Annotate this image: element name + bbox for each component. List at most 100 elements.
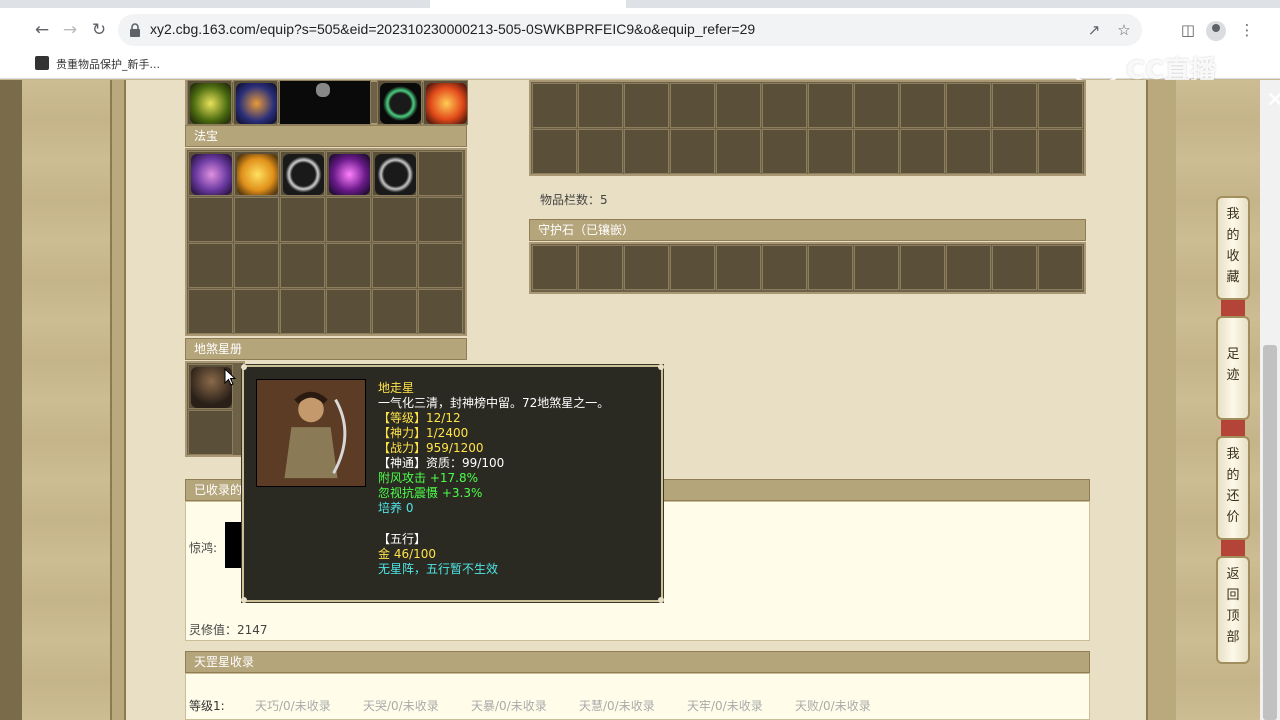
inv-slot[interactable]	[808, 83, 853, 128]
inv-slot[interactable]	[900, 129, 945, 174]
fabao-slot[interactable]	[234, 151, 279, 196]
fabao-slot[interactable]	[372, 243, 417, 288]
fabao-slot[interactable]	[280, 151, 325, 196]
inv-slot[interactable]	[992, 83, 1037, 128]
guard-slot[interactable]	[946, 245, 991, 290]
guard-slot[interactable]	[670, 245, 715, 290]
star-icon[interactable]: ☆	[1114, 20, 1134, 40]
back-to-top-label: 返回顶部	[1226, 567, 1240, 645]
guard-slot[interactable]	[762, 245, 807, 290]
tooltip-corner	[658, 364, 664, 370]
guard-slot[interactable]	[992, 245, 1037, 290]
fabao-slot[interactable]	[234, 197, 279, 242]
silver-ring-icon	[283, 154, 324, 195]
guard-slot[interactable]	[808, 245, 853, 290]
fabao-slot[interactable]	[418, 151, 463, 196]
tiangang-item: 天暴/0/未收录	[471, 699, 547, 713]
guard-slot[interactable]	[854, 245, 899, 290]
inv-slot[interactable]	[1038, 129, 1083, 174]
fabao-slot[interactable]	[326, 243, 371, 288]
inv-slot[interactable]	[670, 129, 715, 174]
tab[interactable]	[38, 0, 228, 8]
inv-slot[interactable]	[762, 129, 807, 174]
menu-icon[interactable]: ⋮	[1235, 18, 1259, 42]
fabao-slot[interactable]	[188, 151, 233, 196]
inv-slot[interactable]	[532, 129, 577, 174]
fabao-slot[interactable]	[326, 197, 371, 242]
equip-slot[interactable]	[233, 80, 278, 125]
fabao-slot[interactable]	[280, 243, 325, 288]
profile-avatar[interactable]	[1206, 21, 1226, 41]
silver-ring-icon	[375, 154, 416, 195]
back-icon[interactable]: ←	[30, 18, 54, 42]
close-icon[interactable]: ✕	[1266, 88, 1280, 113]
inv-slot[interactable]	[854, 129, 899, 174]
fabao-slot[interactable]	[326, 289, 371, 334]
warrior-portrait-icon	[256, 379, 366, 487]
fabao-header: 法宝	[185, 125, 467, 147]
fabao-slot[interactable]	[418, 289, 463, 334]
tab-active[interactable]	[430, 0, 626, 8]
address-bar[interactable]: xy2.cbg.163.com/equip?s=505&eid=20231023…	[118, 14, 1142, 46]
sidebar-icon[interactable]: ◫	[1176, 18, 1200, 42]
boot-icon	[236, 83, 277, 124]
my-offers-button[interactable]: 我的还价	[1216, 436, 1250, 540]
inv-slot[interactable]	[716, 129, 761, 174]
fabao-slot[interactable]	[188, 289, 233, 334]
level-label: 等级1:	[189, 699, 225, 713]
inv-slot[interactable]	[900, 83, 945, 128]
fabao-slot[interactable]	[280, 197, 325, 242]
inv-slot[interactable]	[1038, 83, 1083, 128]
fabao-slot[interactable]	[372, 289, 417, 334]
fabao-slot[interactable]	[280, 289, 325, 334]
inv-slot[interactable]	[624, 83, 669, 128]
share-icon[interactable]: ↗	[1084, 20, 1104, 40]
fabao-slot[interactable]	[372, 151, 417, 196]
history-button[interactable]: 足迹	[1216, 316, 1250, 420]
equip-slot[interactable]	[377, 80, 422, 125]
inv-slot[interactable]	[624, 129, 669, 174]
equip-slot[interactable]	[423, 80, 468, 125]
inv-slot[interactable]	[992, 129, 1037, 174]
inv-slot[interactable]	[808, 129, 853, 174]
fabao-slot[interactable]	[418, 243, 463, 288]
favorites-button[interactable]: 我的收藏	[1216, 196, 1250, 300]
inv-slot[interactable]	[716, 83, 761, 128]
disha-slot[interactable]	[188, 410, 233, 455]
inv-slot[interactable]	[762, 83, 807, 128]
inv-slot[interactable]	[670, 83, 715, 128]
scrollbar-thumb[interactable]	[1263, 345, 1277, 720]
fabao-slot[interactable]	[372, 197, 417, 242]
fabao-slot[interactable]	[418, 197, 463, 242]
guard-slot[interactable]	[578, 245, 623, 290]
bookmark-item[interactable]: 贵重物品保护_新手...	[56, 56, 160, 72]
tiangang-item: 天哭/0/未收录	[363, 699, 439, 713]
guard-slot[interactable]	[624, 245, 669, 290]
inv-slot[interactable]	[854, 83, 899, 128]
equip-slot-wide[interactable]	[279, 80, 371, 125]
favorites-label: 我的收藏	[1226, 207, 1240, 285]
fabao-slot[interactable]	[188, 197, 233, 242]
guard-slot[interactable]	[532, 245, 577, 290]
fabao-slot[interactable]	[234, 289, 279, 334]
ring-icon	[380, 83, 421, 124]
fabao-slot[interactable]	[326, 151, 371, 196]
reload-icon[interactable]: ↻	[87, 18, 111, 42]
forward-icon[interactable]: →	[58, 18, 82, 42]
back-to-top-button[interactable]: 返回顶部	[1216, 556, 1250, 664]
tab[interactable]	[828, 0, 1018, 8]
guard-slot[interactable]	[716, 245, 761, 290]
guard-slot[interactable]	[1038, 245, 1083, 290]
fabao-slot[interactable]	[188, 243, 233, 288]
inv-slot[interactable]	[946, 129, 991, 174]
inv-slot[interactable]	[946, 83, 991, 128]
equip-slot[interactable]	[187, 80, 232, 125]
bookmark-favicon-icon	[35, 56, 49, 70]
guard-slot[interactable]	[900, 245, 945, 290]
fabao-slot[interactable]	[234, 243, 279, 288]
inv-slot[interactable]	[578, 129, 623, 174]
inv-slot[interactable]	[532, 83, 577, 128]
tab[interactable]	[632, 0, 822, 8]
tab[interactable]	[232, 0, 422, 8]
inv-slot[interactable]	[578, 83, 623, 128]
